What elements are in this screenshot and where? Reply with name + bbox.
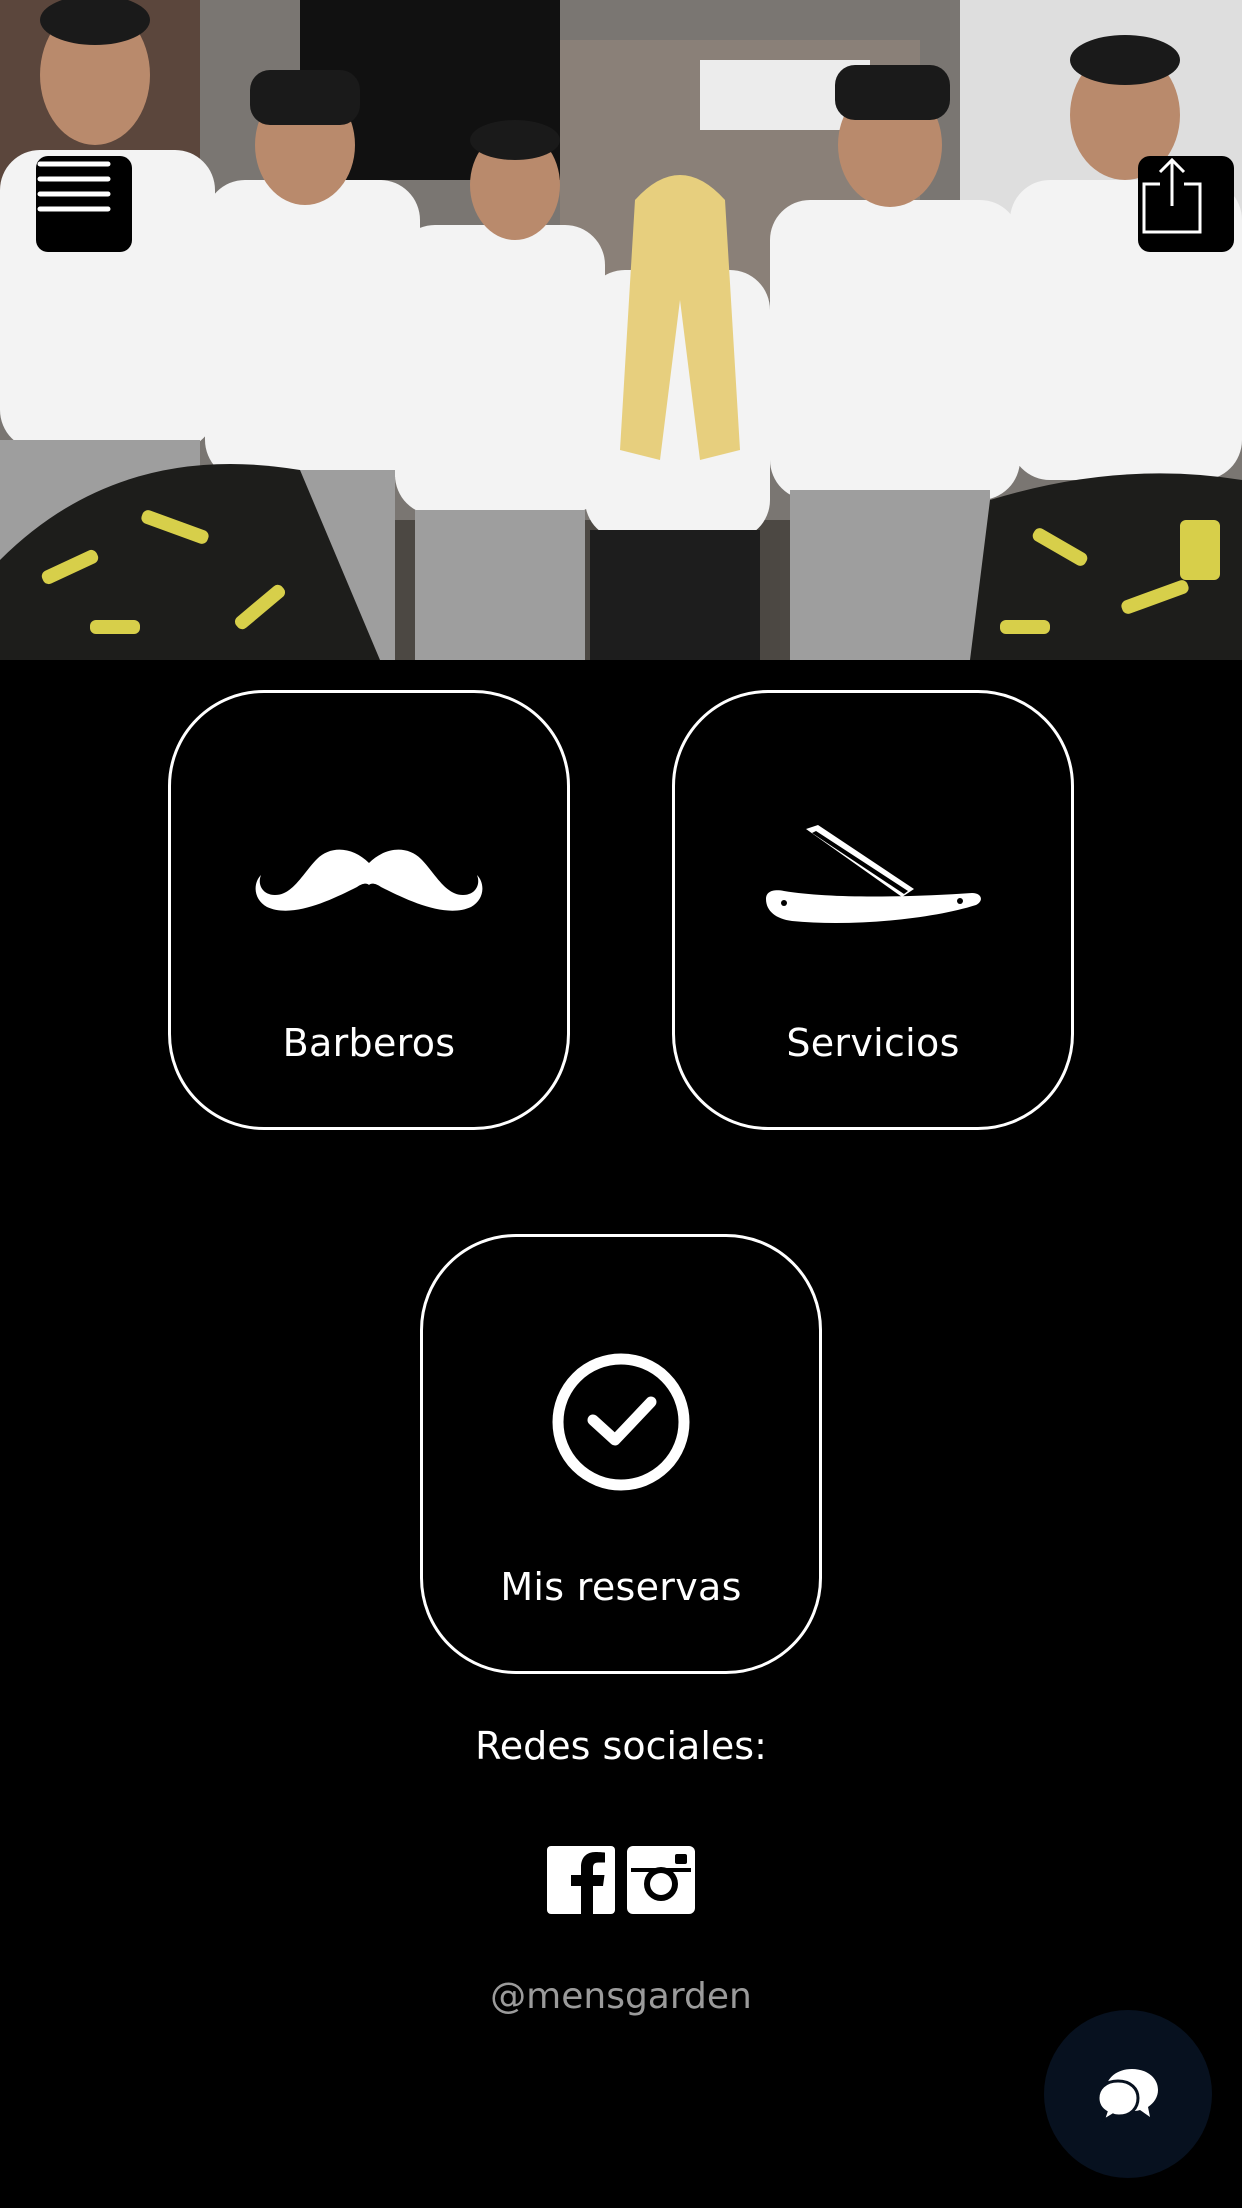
mustache-icon — [255, 849, 483, 911]
hero-team-photo — [0, 0, 1242, 660]
servicios-label: Servicios — [786, 1021, 960, 1065]
social-networks-title: Redes sociales: — [475, 1724, 767, 1768]
menu-button[interactable] — [36, 156, 132, 252]
check-circle-icon — [552, 1353, 690, 1491]
social-icons-row — [0, 1846, 1242, 1914]
barberos-card[interactable]: Barberos — [168, 690, 570, 1130]
team-photo-illustration — [0, 0, 1242, 660]
social-handle[interactable]: @mensgarden — [0, 1976, 1242, 2017]
straight-razor-icon — [766, 825, 981, 924]
facebook-icon[interactable] — [547, 1846, 615, 1914]
hamburger-menu-icon — [37, 161, 111, 212]
barberos-label: Barberos — [282, 1021, 456, 1065]
mis-reservas-label: Mis reservas — [500, 1565, 742, 1609]
servicios-card[interactable]: Servicios — [672, 690, 1074, 1130]
share-button[interactable] — [1138, 156, 1234, 252]
share-icon — [1142, 157, 1202, 234]
chat-button[interactable] — [1044, 2010, 1212, 2178]
instagram-icon[interactable] — [627, 1846, 695, 1914]
chat-bubbles-icon — [1096, 2069, 1158, 2123]
mis-reservas-card[interactable]: Mis reservas — [420, 1234, 822, 1674]
